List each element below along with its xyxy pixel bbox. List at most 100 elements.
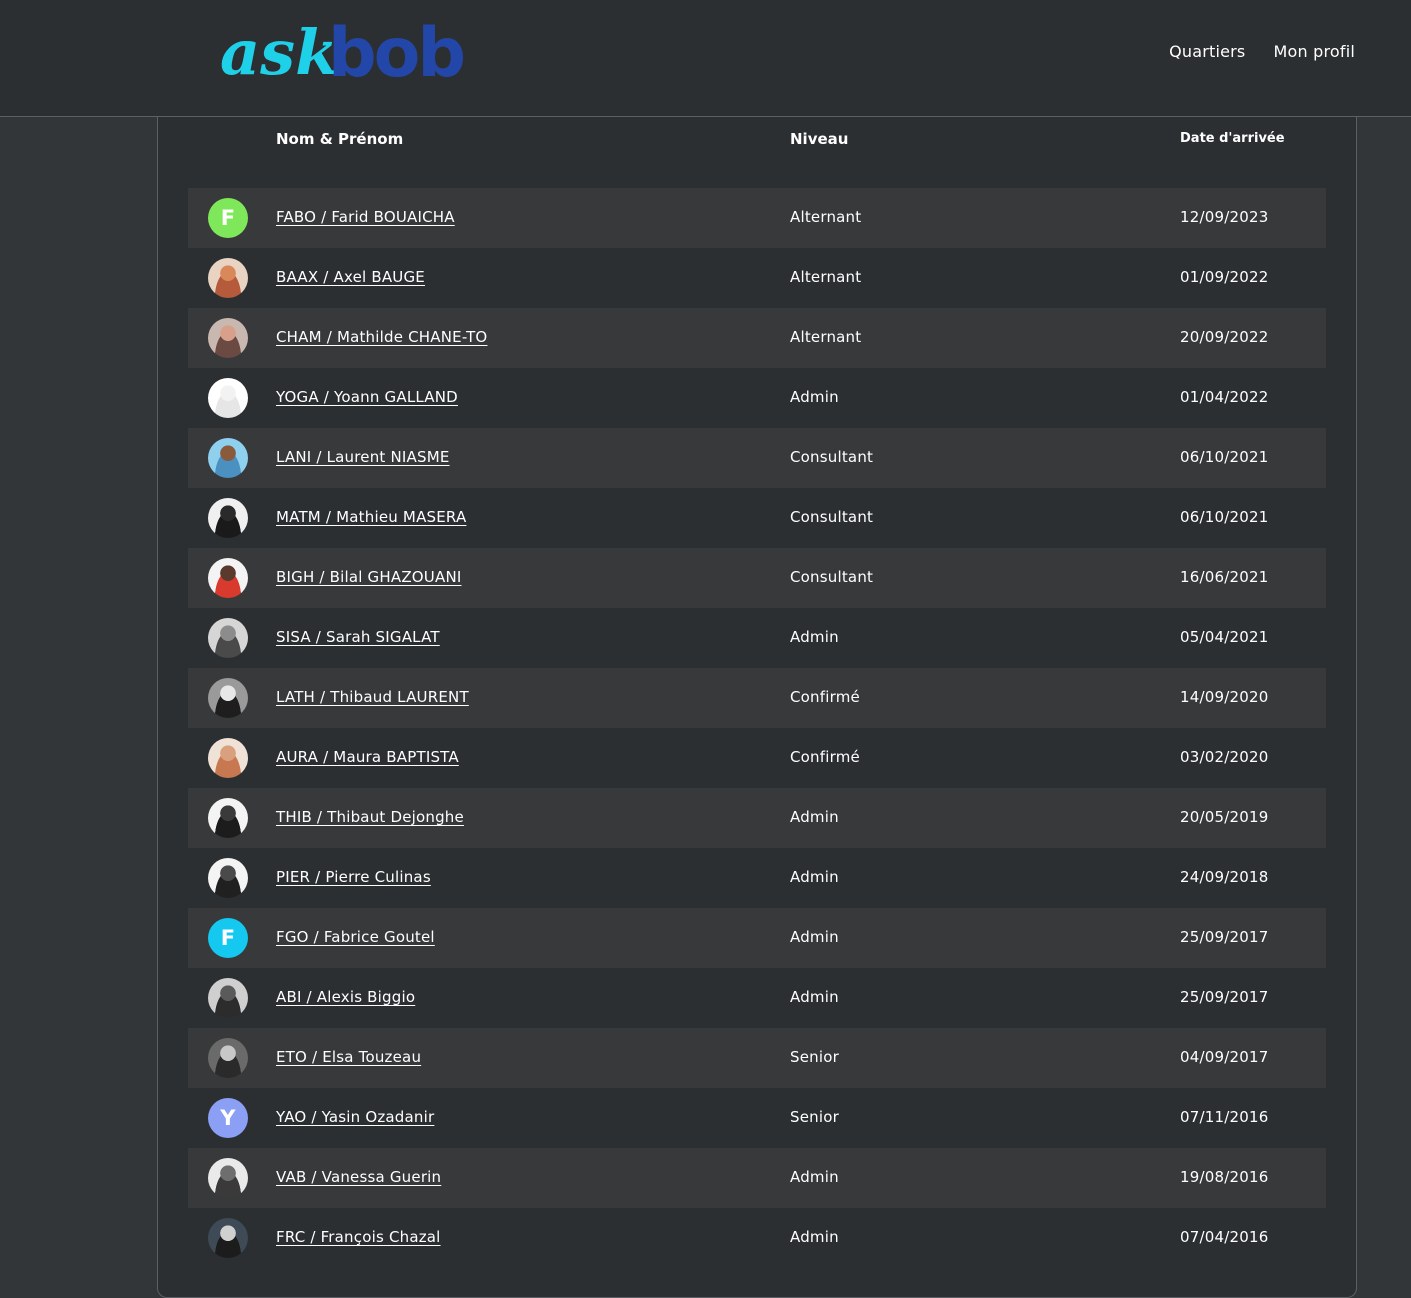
member-name-link[interactable]: YOGA / Yoann GALLAND bbox=[276, 388, 458, 406]
table-row: ETO / Elsa Touzeau Senior 04/09/2017 bbox=[188, 1028, 1326, 1088]
member-level: Consultant bbox=[790, 508, 874, 526]
table-row: FRC / François Chazal Admin 07/04/2016 bbox=[188, 1208, 1326, 1268]
member-arrival-date: 12/09/2023 bbox=[1180, 208, 1269, 226]
avatar-initial[interactable]: F bbox=[208, 918, 248, 958]
table-row: THIB / Thibaut Dejonghe Admin 20/05/2019 bbox=[188, 788, 1326, 848]
member-level: Admin bbox=[790, 1228, 839, 1246]
member-level: Admin bbox=[790, 388, 839, 406]
member-arrival-date: 01/09/2022 bbox=[1180, 268, 1269, 286]
table-row: MATM / Mathieu MASERA Consultant 06/10/202… bbox=[188, 488, 1326, 548]
member-level: Admin bbox=[790, 628, 839, 646]
member-name-link[interactable]: THIB / Thibaut Dejonghe bbox=[276, 808, 464, 826]
logo-ask-text: ask bbox=[220, 16, 338, 84]
member-arrival-date: 05/04/2021 bbox=[1180, 628, 1269, 646]
member-name-link[interactable]: ETO / Elsa Touzeau bbox=[276, 1048, 421, 1066]
member-name-link[interactable]: CHAM / Mathilde CHANE-TO bbox=[276, 328, 487, 346]
member-arrival-date: 01/04/2022 bbox=[1180, 388, 1269, 406]
member-level: Admin bbox=[790, 808, 839, 826]
member-level: Admin bbox=[790, 928, 839, 946]
member-name-link[interactable]: AURA / Maura BAPTISTA bbox=[276, 748, 459, 766]
table-row: ABI / Alexis Biggio Admin 25/09/2017 bbox=[188, 968, 1326, 1028]
member-level: Alternant bbox=[790, 268, 862, 286]
member-level: Admin bbox=[790, 988, 839, 1006]
member-name-link[interactable]: ABI / Alexis Biggio bbox=[276, 988, 415, 1006]
table-row: SISA / Sarah SIGALAT Admin 05/04/2021 bbox=[188, 608, 1326, 668]
member-arrival-date: 04/09/2017 bbox=[1180, 1048, 1269, 1066]
member-name-link[interactable]: SISA / Sarah SIGALAT bbox=[276, 628, 440, 646]
table-row: F FABO / Farid BOUAICHA Alternant 12/09/202… bbox=[188, 188, 1326, 248]
table-row: BAAX / Axel BAUGE Alternant 01/09/2022 bbox=[188, 248, 1326, 308]
avatar-photo[interactable] bbox=[208, 738, 248, 778]
avatar-photo[interactable] bbox=[208, 1218, 248, 1258]
avatar-photo[interactable] bbox=[208, 498, 248, 538]
table-row: VAB / Vanessa Guerin Admin 19/08/2016 bbox=[188, 1148, 1326, 1208]
members-panel: Nom & Prénom Niveau Date d'arrivée F FABO… bbox=[157, 117, 1357, 1298]
column-header-date: Date d'arrivée bbox=[1180, 131, 1285, 146]
table-row: YOGA / Yoann GALLAND Admin 01/04/2022 bbox=[188, 368, 1326, 428]
avatar-photo[interactable] bbox=[208, 798, 248, 838]
table-row: CHAM / Mathilde CHANE-TO Alternant 20/09/2… bbox=[188, 308, 1326, 368]
member-level: Admin bbox=[790, 1168, 839, 1186]
member-name-link[interactable]: BAAX / Axel BAUGE bbox=[276, 268, 425, 286]
avatar-photo[interactable] bbox=[208, 378, 248, 418]
avatar-initial[interactable]: Y bbox=[208, 1098, 248, 1138]
table-row: BIGH / Bilal GHAZOUANI Consultant 16/06/20… bbox=[188, 548, 1326, 608]
member-name-link[interactable]: PIER / Pierre Culinas bbox=[276, 868, 431, 886]
member-name-link[interactable]: LANI / Laurent NIASME bbox=[276, 448, 450, 466]
nav-mon-profil-link[interactable]: Mon profil bbox=[1273, 42, 1355, 61]
member-level: Confirmé bbox=[790, 688, 860, 706]
member-level: Senior bbox=[790, 1048, 839, 1066]
column-header-level: Niveau bbox=[790, 130, 849, 148]
member-name-link[interactable]: FABO / Farid BOUAICHA bbox=[276, 208, 455, 226]
member-name-link[interactable]: VAB / Vanessa Guerin bbox=[276, 1168, 441, 1186]
avatar-photo[interactable] bbox=[208, 618, 248, 658]
avatar-photo[interactable] bbox=[208, 258, 248, 298]
avatar-photo[interactable] bbox=[208, 318, 248, 358]
member-arrival-date: 14/09/2020 bbox=[1180, 688, 1269, 706]
column-header-name: Nom & Prénom bbox=[276, 130, 404, 148]
member-arrival-date: 07/04/2016 bbox=[1180, 1228, 1269, 1246]
top-bar: ask bob Quartiers Mon profil bbox=[0, 0, 1411, 117]
askbob-logo[interactable]: ask bob bbox=[220, 12, 465, 84]
table-header: Nom & Prénom Niveau Date d'arrivée bbox=[188, 117, 1326, 163]
member-level: Confirmé bbox=[790, 748, 860, 766]
member-level: Senior bbox=[790, 1108, 839, 1126]
avatar-photo[interactable] bbox=[208, 1038, 248, 1078]
member-arrival-date: 19/08/2016 bbox=[1180, 1168, 1269, 1186]
avatar-photo[interactable] bbox=[208, 1158, 248, 1198]
main-nav: Quartiers Mon profil bbox=[1169, 42, 1355, 61]
member-name-link[interactable]: FRC / François Chazal bbox=[276, 1228, 441, 1246]
table-row: F FGO / Fabrice Goutel Admin 25/09/2017 bbox=[188, 908, 1326, 968]
member-arrival-date: 03/02/2020 bbox=[1180, 748, 1269, 766]
member-arrival-date: 16/06/2021 bbox=[1180, 568, 1269, 586]
member-arrival-date: 20/09/2022 bbox=[1180, 328, 1269, 346]
avatar-photo[interactable] bbox=[208, 678, 248, 718]
avatar-photo[interactable] bbox=[208, 858, 248, 898]
avatar-photo[interactable] bbox=[208, 978, 248, 1018]
member-level: Alternant bbox=[790, 328, 862, 346]
members-table-body: F FABO / Farid BOUAICHA Alternant 12/09/202… bbox=[188, 188, 1326, 1268]
member-arrival-date: 25/09/2017 bbox=[1180, 928, 1269, 946]
member-name-link[interactable]: BIGH / Bilal GHAZOUANI bbox=[276, 568, 462, 586]
member-level: Alternant bbox=[790, 208, 862, 226]
member-name-link[interactable]: LATH / Thibaud LAURENT bbox=[276, 688, 469, 706]
table-row: LATH / Thibaud LAURENT Confirmé 14/09/2020 bbox=[188, 668, 1326, 728]
avatar-photo[interactable] bbox=[208, 438, 248, 478]
member-level: Admin bbox=[790, 868, 839, 886]
avatar-photo[interactable] bbox=[208, 558, 248, 598]
table-row: PIER / Pierre Culinas Admin 24/09/2018 bbox=[188, 848, 1326, 908]
member-arrival-date: 20/05/2019 bbox=[1180, 808, 1269, 826]
avatar-initial[interactable]: F bbox=[208, 198, 248, 238]
table-row: AURA / Maura BAPTISTA Confirmé 03/02/2020 bbox=[188, 728, 1326, 788]
member-name-link[interactable]: YAO / Yasin Ozadanir bbox=[276, 1108, 434, 1126]
member-level: Consultant bbox=[790, 448, 874, 466]
member-name-link[interactable]: MATM / Mathieu MASERA bbox=[276, 508, 466, 526]
member-arrival-date: 25/09/2017 bbox=[1180, 988, 1269, 1006]
table-row: LANI / Laurent NIASME Consultant 06/10/202… bbox=[188, 428, 1326, 488]
member-arrival-date: 24/09/2018 bbox=[1180, 868, 1269, 886]
nav-quartiers-link[interactable]: Quartiers bbox=[1169, 42, 1245, 61]
member-arrival-date: 07/11/2016 bbox=[1180, 1108, 1269, 1126]
member-name-link[interactable]: FGO / Fabrice Goutel bbox=[276, 928, 435, 946]
table-row: Y YAO / Yasin Ozadanir Senior 07/11/2016 bbox=[188, 1088, 1326, 1148]
member-arrival-date: 06/10/2021 bbox=[1180, 448, 1269, 466]
